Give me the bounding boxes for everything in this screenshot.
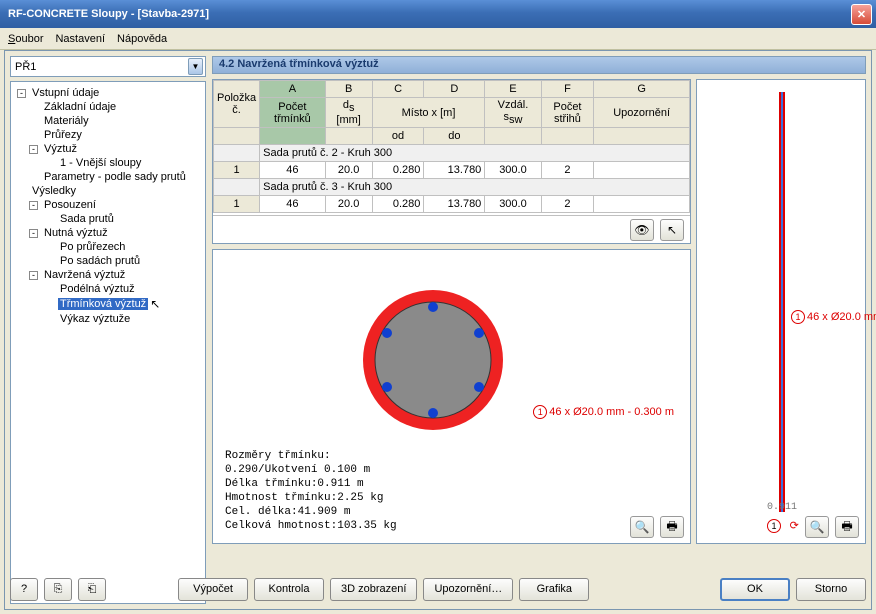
elevation-scale: 0.911 <box>767 502 797 513</box>
section-annotation: 146 x Ø20.0 mm - 0.300 m <box>533 405 674 419</box>
tree-item[interactable]: ·Parametry - podle sady prutů <box>13 170 203 184</box>
print-icon[interactable]: 🖶 <box>660 516 684 538</box>
tree-item[interactable]: ·Po průřezech <box>13 240 203 254</box>
eye-icon[interactable]: 👁 <box>630 219 654 241</box>
tree-item-label: Navržená výztuž <box>42 269 127 281</box>
export2-button[interactable]: ⎗ <box>78 578 106 601</box>
export1-button[interactable]: ⎘ <box>44 578 72 601</box>
bottom-toolbar: ? ⎘ ⎗ Výpočet Kontrola 3D zobrazení Upoz… <box>10 574 866 604</box>
expand-icon[interactable]: - <box>29 145 38 154</box>
help-button[interactable]: ? <box>10 578 38 601</box>
tree-item[interactable]: -Posouzení <box>13 198 203 212</box>
tree-item-label: Parametry - podle sady prutů <box>42 171 188 183</box>
view3d-button[interactable]: 3D zobrazení <box>330 578 417 601</box>
cross-section-panel: 146 x Ø20.0 mm - 0.300 m Rozměry třmínku… <box>212 249 691 544</box>
panel-title: 4.2 Navržená třmínková výztuž <box>212 56 866 74</box>
tree-item-label: Podélná výztuž <box>58 283 137 295</box>
right-column: 4.2 Navržená třmínková výztuž Položkač.A… <box>212 56 866 604</box>
case-combo-value: PŘ1 <box>15 61 188 73</box>
tree-item[interactable]: ·Průřezy <box>13 128 203 142</box>
expand-icon[interactable]: - <box>29 229 38 238</box>
callout-1-icon: 1 <box>533 405 547 419</box>
tree-item[interactable]: ·Třmínková výztuž↖ <box>13 296 203 312</box>
tree-item[interactable]: -Nutná výztuž <box>13 226 203 240</box>
tree-item[interactable]: ·Sada prutů <box>13 212 203 226</box>
window-title: RF-CONCRETE Sloupy - [Stavba-2971] <box>4 8 851 20</box>
expand-icon[interactable]: - <box>17 89 26 98</box>
tree-item[interactable]: -Vstupní údaje <box>13 86 203 100</box>
zoom-icon-2[interactable]: 🔍 <box>805 516 829 538</box>
tree-item[interactable]: ·Výsledky <box>13 184 203 198</box>
menu-help[interactable]: Nápověda <box>117 33 167 45</box>
menu-bar: Soubor Nastavení Nápověda <box>0 28 876 50</box>
title-bar: RF-CONCRETE Sloupy - [Stavba-2971] ✕ <box>0 0 876 28</box>
tree-item-label: Vstupní údaje <box>30 87 101 99</box>
content-area: PŘ1 ▼ -Vstupní údaje·Základní údaje·Mate… <box>4 50 872 610</box>
cross-section-drawing <box>353 280 513 440</box>
tree-item[interactable]: ·Základní údaje <box>13 100 203 114</box>
column-elevation <box>779 92 785 512</box>
elevation-tools: 🔍 🖶 <box>805 516 859 538</box>
tree-item-label: Po průřezech <box>58 241 127 253</box>
menu-file[interactable]: Soubor <box>8 33 43 45</box>
tree-item[interactable]: -Výztuž <box>13 142 203 156</box>
tree-item-label: Průřezy <box>42 129 84 141</box>
chevron-down-icon[interactable]: ▼ <box>188 58 203 75</box>
print-icon-2[interactable]: 🖶 <box>835 516 859 538</box>
cursor-icon: ↖ <box>150 297 160 311</box>
pick-icon[interactable]: ↖ <box>660 219 684 241</box>
graphics-button[interactable]: Grafika <box>519 578 589 601</box>
case-combo[interactable]: PŘ1 ▼ <box>10 56 206 77</box>
expand-icon[interactable]: - <box>29 201 38 210</box>
tree-item-label: 1 - Vnější sloupy <box>58 157 143 169</box>
calc-button[interactable]: Výpočet <box>178 578 248 601</box>
tree-item-label: Materiály <box>42 115 91 127</box>
tree-item-label: Třmínková výztuž <box>58 298 148 310</box>
tree-item[interactable]: ·Po sadách prutů <box>13 254 203 268</box>
check-button[interactable]: Kontrola <box>254 578 324 601</box>
tree-item-label: Výztuž <box>42 143 79 155</box>
tree-item[interactable]: ·Podélná výztuž <box>13 282 203 296</box>
column-elevation-panel: 146 x Ø20.0 mm 0.911 1 ⟳ 🔍 🖶 <box>696 79 866 544</box>
section-row: 146 x Ø20.0 mm - 0.300 m Rozměry třmínku… <box>212 249 691 544</box>
callout-1-icon: 1 <box>791 310 805 324</box>
tree-item-label: Posouzení <box>42 199 98 211</box>
cancel-button[interactable]: Storno <box>796 578 866 601</box>
tree-item-label: Základní údaje <box>42 101 118 113</box>
menu-settings[interactable]: Nastavení <box>55 33 105 45</box>
tree-item-label: Nutná výztuž <box>42 227 110 239</box>
tree-item[interactable]: ·1 - Vnější sloupy <box>13 156 203 170</box>
stirrup-dimensions: Rozměry třmínku: 0.290/Ukotvení 0.100 m … <box>225 449 397 533</box>
nav-tree[interactable]: -Vstupní údaje·Základní údaje·Materiály·… <box>10 81 206 604</box>
elevation-annotation: 146 x Ø20.0 mm <box>791 310 876 324</box>
data-grid[interactable]: Položkač.ABCDEFGPočettřmínkůds[mm]Místo … <box>213 80 690 215</box>
grid-toolbar: 👁 ↖ <box>213 215 690 243</box>
zoom-icon[interactable]: 🔍 <box>630 516 654 538</box>
close-button[interactable]: ✕ <box>851 4 872 25</box>
section-tools: 🔍 🖶 <box>630 516 684 538</box>
grid-panel: Položkač.ABCDEFGPočettřmínkůds[mm]Místo … <box>212 79 691 244</box>
elevation-base-icon: 1 ⟳ <box>767 519 799 533</box>
ok-button[interactable]: OK <box>720 578 790 601</box>
left-column: PŘ1 ▼ -Vstupní údaje·Základní údaje·Mate… <box>10 56 206 604</box>
tree-item-label: Výkaz výztuže <box>58 313 132 325</box>
tree-item[interactable]: -Navržená výztuž <box>13 268 203 282</box>
tree-item-label: Sada prutů <box>58 213 116 225</box>
tree-item-label: Po sadách prutů <box>58 255 142 267</box>
tree-item[interactable]: ·Materiály <box>13 114 203 128</box>
warn-button[interactable]: Upozornění… <box>423 578 513 601</box>
expand-icon[interactable]: - <box>29 271 38 280</box>
tree-item-label: Výsledky <box>30 185 78 197</box>
tree-item[interactable]: ·Výkaz výztuže <box>13 312 203 326</box>
